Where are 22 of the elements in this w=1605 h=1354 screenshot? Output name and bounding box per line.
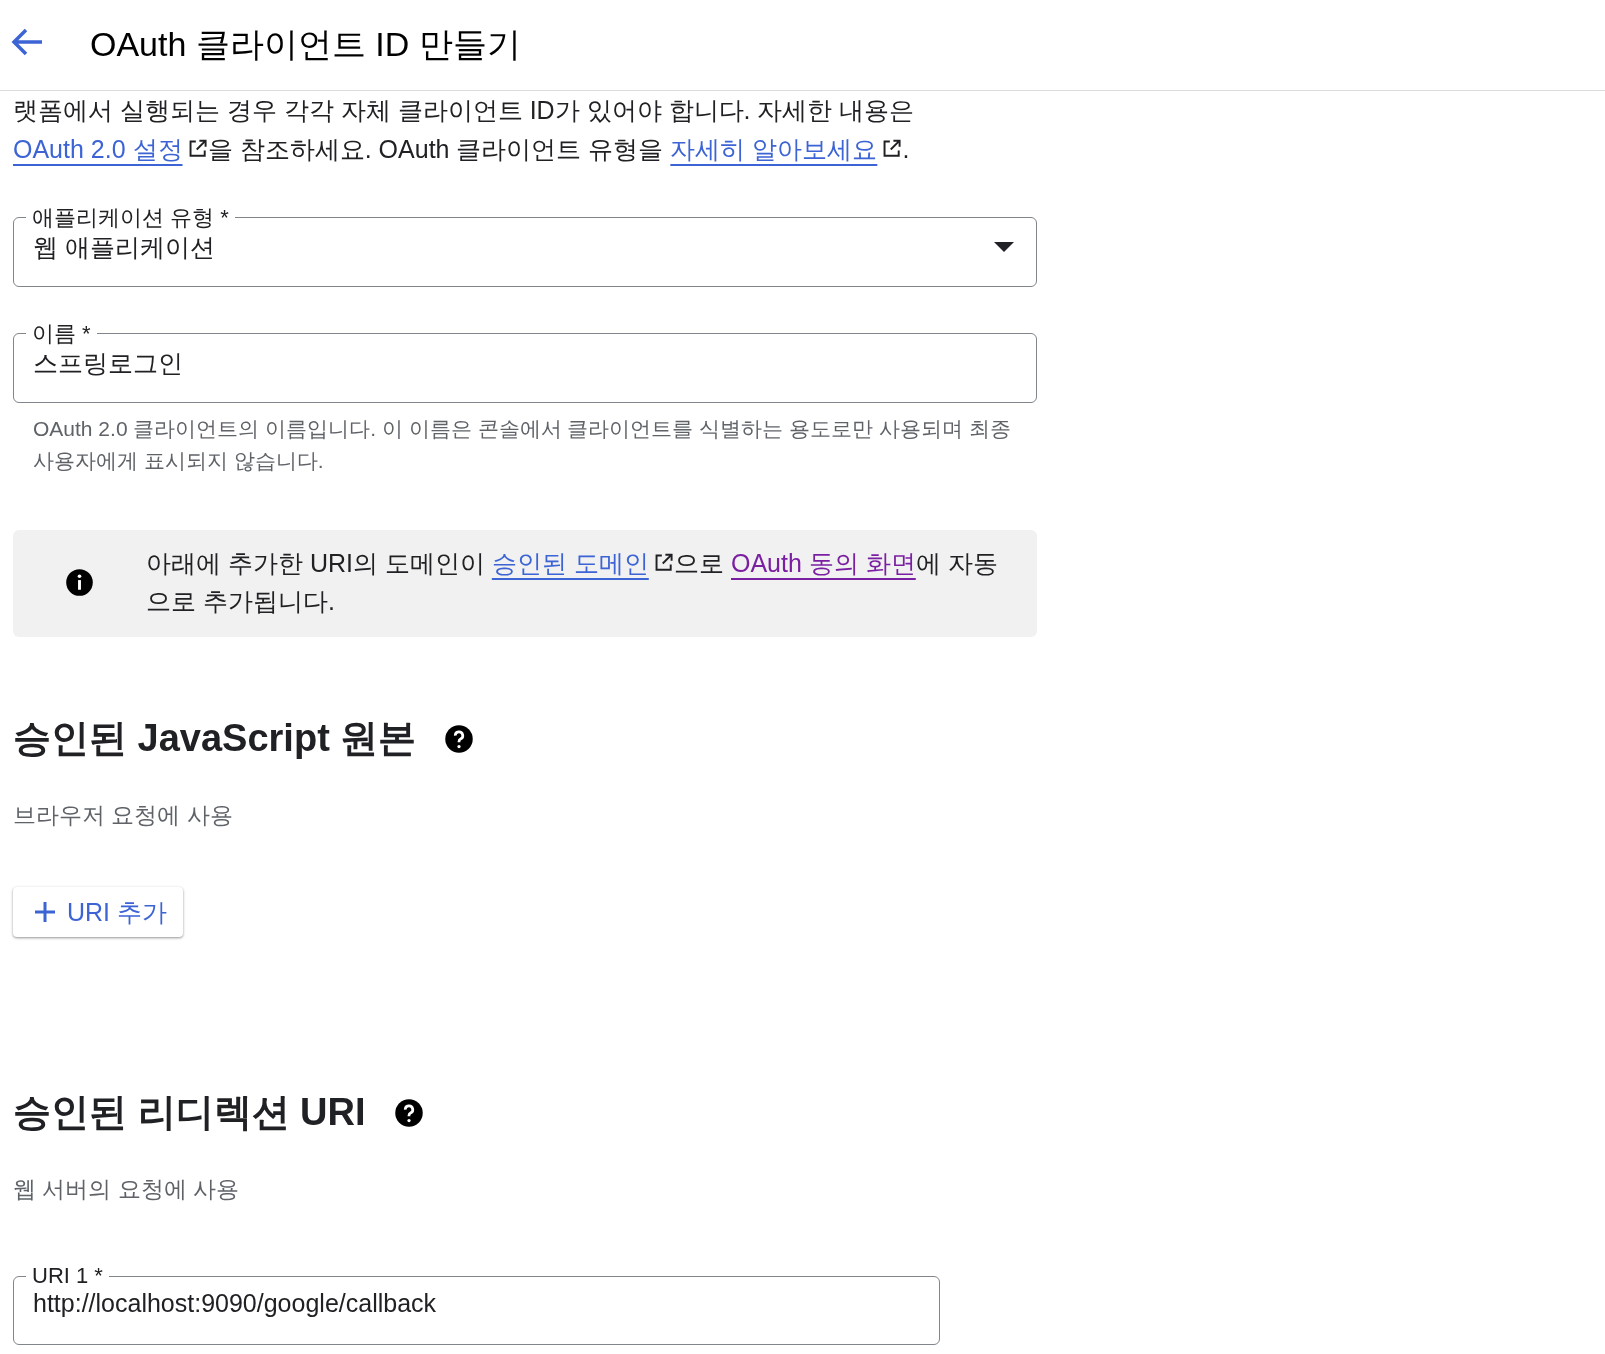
help-icon[interactable] bbox=[393, 1097, 424, 1128]
section-heading: 승인된 JavaScript 원본 bbox=[13, 716, 417, 762]
field-label: 애플리케이션 유형 * bbox=[31, 204, 230, 231]
add-uri-button[interactable]: URI 추가 bbox=[13, 887, 183, 938]
dropdown-arrow-icon bbox=[994, 242, 1014, 253]
back-arrow-icon bbox=[10, 27, 44, 57]
link[interactable]: OAuth 동의 화면 bbox=[731, 548, 916, 577]
info-icon bbox=[65, 567, 94, 597]
link[interactable]: 자세히 알아보세요 bbox=[670, 134, 878, 163]
link[interactable]: OAuth 2.0 설정 bbox=[13, 134, 183, 163]
notice-text: 아래에 추가한 URI의 도메인이 승인된 도메인 으로 OAuth 동의 화면에 자동으로 추가됩니다. bbox=[146, 547, 999, 618]
plus-icon bbox=[33, 900, 57, 925]
description-text: 랫폼에서 실행되는 경우 각각 자체 클라이언트 ID가 있어야 합니다. 자세한 내용은 OAuth 2.0 설정 을 참조하세요. OAuth 클라이언트 유형을 자세히 알아보세요 . bbox=[13, 95, 916, 165]
section-heading: 승인된 리디렉션 URI bbox=[13, 1090, 366, 1136]
field-label: URI 1 * bbox=[31, 1263, 104, 1290]
field-label: 이름 * bbox=[31, 320, 92, 347]
help-icon[interactable] bbox=[444, 723, 475, 754]
link[interactable]: 승인된 도메인 bbox=[491, 548, 649, 577]
page-title: OAuth 클라이언트 ID 만들기 bbox=[90, 24, 521, 65]
section-subtitle: 웹 서버의 요청에 사용 bbox=[13, 1175, 241, 1205]
helper-text: OAuth 2.0 클라이언트의 이름입니다. 이 이름은 콘솔에서 클라이언트를 식별하는 용도로만 사용되며 최종 사용자에게 표시되지 않습니다. bbox=[33, 415, 1012, 475]
section-subtitle: 브라우저 요청에 사용 bbox=[13, 801, 234, 831]
